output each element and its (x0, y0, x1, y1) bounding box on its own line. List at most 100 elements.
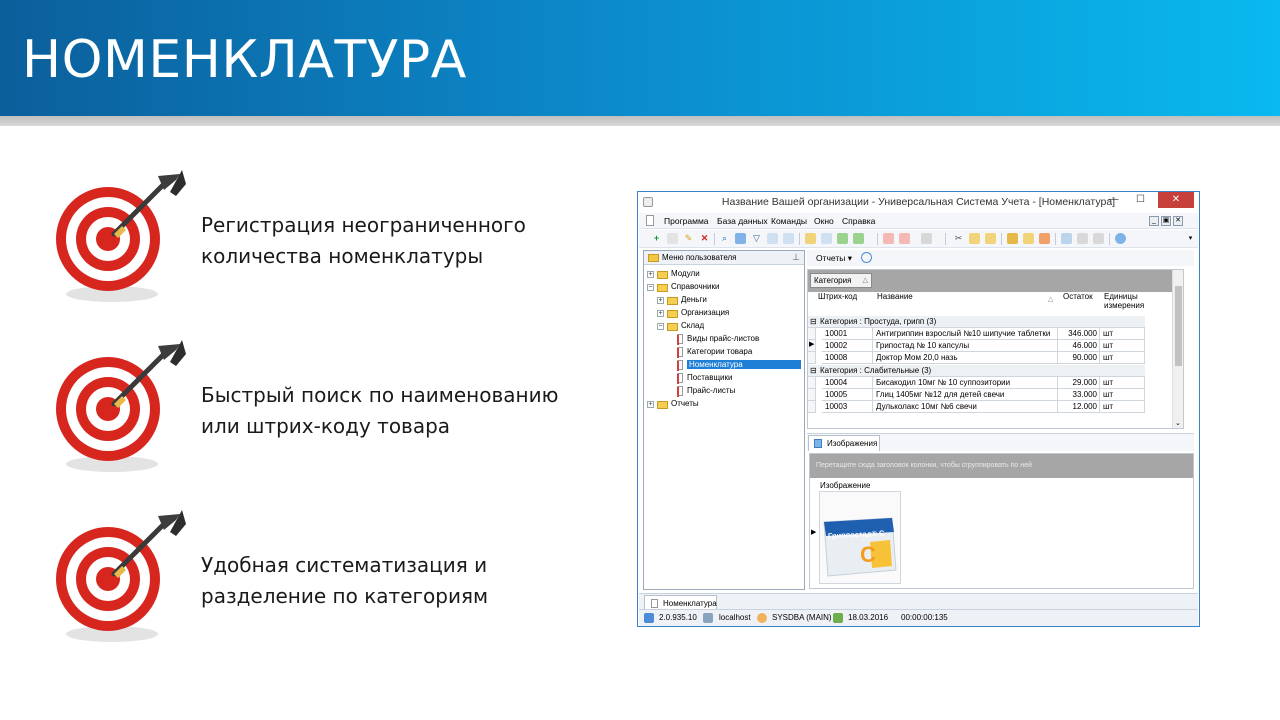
document-icon (677, 386, 683, 397)
find-next-icon[interactable] (735, 233, 746, 244)
help-icon[interactable] (1115, 233, 1126, 244)
toolbar: + ✎ ✕ ⌕ ▽ ✂ ▾ (639, 230, 1198, 248)
cell-name: Грипостад № 10 капсулы (873, 340, 1058, 352)
expand-icon[interactable]: + (647, 271, 654, 278)
notes-icon[interactable] (985, 233, 996, 244)
pin-icon[interactable]: ⊥ (792, 252, 800, 263)
printer-icon[interactable] (1077, 233, 1088, 244)
expand-icon[interactable]: + (647, 401, 654, 408)
collapse-icon[interactable]: ⊟ (810, 365, 817, 377)
cell-unit: шт (1100, 340, 1145, 352)
column-header-barcode[interactable]: Штрих-код (818, 292, 857, 314)
cell-name: Антигриппин взрослый №10 шипучие таблетк… (873, 328, 1058, 340)
cell-stock: 346.000 (1058, 328, 1100, 340)
grid-scrollbar[interactable]: ⌄ (1172, 270, 1183, 428)
column-header-image[interactable]: Изображение (817, 479, 901, 491)
collapse-icon[interactable]: − (657, 323, 664, 330)
category-group-row[interactable]: ⊟ Категория : Слабительные (3) (808, 365, 1145, 377)
title-bar[interactable]: Название Вашей организации - Универсальн… (638, 192, 1199, 212)
cell-barcode: 10005 (822, 389, 873, 401)
calendar-icon[interactable] (1061, 233, 1072, 244)
category-group-row[interactable]: ⊟ Категория : Простуда, грипп (3) (808, 316, 1145, 328)
cell-name: Глиц 1405мг №12 для детей свечи (873, 389, 1058, 401)
open-window-icon[interactable] (883, 233, 894, 244)
scrollbar-thumb[interactable] (1175, 286, 1182, 366)
product-image[interactable]: C Гриппостад® С (819, 491, 901, 584)
toolbar-separator (799, 233, 800, 245)
menu-help[interactable]: Справка (842, 216, 875, 226)
cell-name: Доктор Мом 20,0 назь (873, 352, 1058, 364)
menu-program[interactable]: Программа (664, 216, 709, 226)
delete-icon[interactable]: ✕ (699, 233, 710, 244)
filter-icon[interactable]: ▽ (751, 233, 762, 244)
collapse-icon[interactable]: ⊟ (810, 316, 817, 328)
wand-icon[interactable] (969, 233, 980, 244)
tree-item-label: Организация (681, 308, 730, 317)
settings-icon[interactable] (1039, 233, 1050, 244)
mdi-restore-button[interactable]: ▣ (1161, 216, 1171, 226)
group-chip-category[interactable]: Категория △ (810, 273, 872, 288)
status-timer: 00:00:00:135 (901, 613, 948, 622)
expand-icon[interactable]: + (657, 297, 664, 304)
toolbar-separator (1109, 233, 1110, 245)
scroll-down-icon[interactable]: ⌄ (1175, 419, 1181, 427)
comment-icon[interactable] (783, 233, 794, 244)
tab-images[interactable]: Изображения (808, 435, 880, 451)
maximize-button[interactable]: ☐ (1127, 192, 1154, 208)
menu-database[interactable]: База данных (717, 216, 768, 226)
images-group-panel[interactable]: Перетащите сюда заголовок колонки, чтобы… (810, 454, 1193, 478)
bullet-line: Удобная систематизация и (201, 553, 488, 577)
category-group-title: Категория : Простуда, грипп (3) (820, 317, 937, 326)
reports-toolbar: Отчеты ▾ (807, 250, 1194, 266)
target-icon (56, 170, 186, 302)
toolbar-overflow-icon[interactable]: ▾ (1185, 233, 1196, 244)
group-panel[interactable]: Категория △ (808, 270, 1183, 292)
close-window-icon[interactable] (899, 233, 910, 244)
tree-item-label: Отчеты (671, 399, 699, 408)
clock-icon[interactable] (861, 252, 872, 263)
users-icon[interactable] (1023, 233, 1034, 244)
tree-item-label: Справочники (671, 282, 720, 291)
tree-item-label: Виды прайс-листов (687, 334, 760, 343)
menu-commands[interactable]: Команды (771, 216, 807, 226)
toolbar-separator (1001, 233, 1002, 245)
tab-nomenclature[interactable]: Номенклатура (644, 595, 717, 610)
user-icon (757, 613, 767, 623)
print-setup-icon[interactable] (921, 233, 932, 244)
refresh-icon[interactable] (767, 233, 778, 244)
status-bar: 2.0.935.10 localhost SYSDBA (MAIN) 18.03… (639, 609, 1198, 626)
mdi-minimize-button[interactable]: _ (1149, 216, 1159, 226)
column-header-name[interactable]: Название (877, 292, 913, 314)
menu-window[interactable]: Окно (814, 216, 834, 226)
collapse-icon[interactable]: − (647, 284, 654, 291)
row-indicator (808, 352, 816, 364)
folder-icon (657, 271, 668, 279)
navigation-header: Меню пользователя ⊥ (644, 251, 804, 265)
group-icon[interactable] (821, 233, 832, 244)
column-header-unit[interactable]: Единицы измерения (1104, 292, 1144, 314)
image-icon (814, 439, 822, 448)
document-icon[interactable] (646, 215, 654, 226)
copy-icon[interactable] (667, 233, 678, 244)
preview-icon[interactable] (1093, 233, 1104, 244)
cell-stock: 29.000 (1058, 377, 1100, 389)
import-icon[interactable] (853, 233, 864, 244)
column-header-stock[interactable]: Остаток (1063, 292, 1093, 314)
reports-dropdown[interactable]: Отчеты ▾ (816, 253, 852, 264)
database-icon (644, 613, 654, 623)
mdi-close-button[interactable]: ✕ (1173, 216, 1183, 226)
expand-icon[interactable]: + (657, 310, 664, 317)
lock-icon[interactable] (1007, 233, 1018, 244)
edit-icon[interactable]: ✎ (683, 233, 694, 244)
tools-icon[interactable]: ✂ (953, 233, 964, 244)
export-icon[interactable] (837, 233, 848, 244)
add-icon[interactable]: + (651, 233, 662, 244)
minimize-button[interactable]: — (1100, 192, 1127, 208)
toolbar-separator (1055, 233, 1056, 245)
bullet-line: разделение по категориям (201, 584, 489, 608)
page-title: НОМЕНКЛАТУРА (22, 30, 467, 90)
sort-asc-icon: △ (862, 277, 868, 284)
search-icon[interactable]: ⌕ (719, 233, 730, 244)
close-button[interactable]: ✕ (1158, 192, 1194, 208)
sort-icon[interactable] (805, 233, 816, 244)
